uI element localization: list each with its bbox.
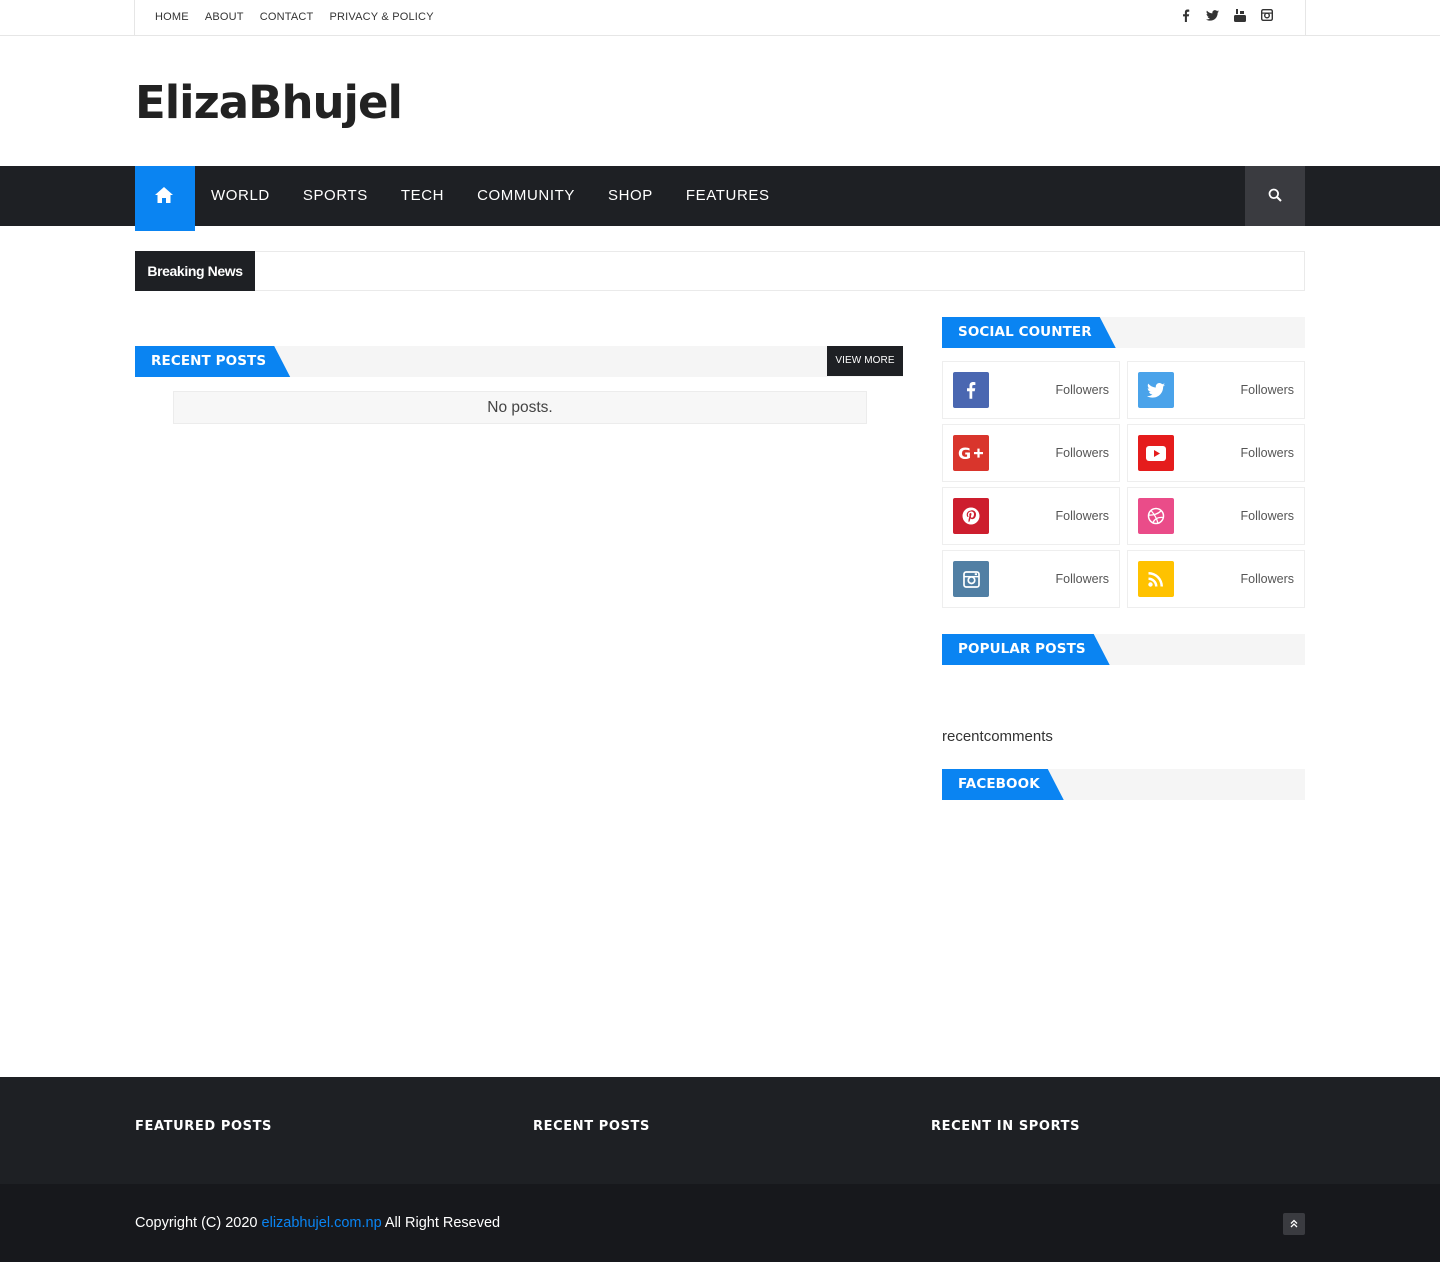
- social-counter-pinterest[interactable]: Followers: [942, 487, 1120, 545]
- footer-recent-posts-title: RECENT POSTS: [533, 1119, 650, 1134]
- facebook-icon: [953, 372, 989, 408]
- social-counter-instagram[interactable]: Followers: [942, 550, 1120, 608]
- followers-label: Followers: [1240, 509, 1295, 523]
- followers-label: Followers: [1055, 446, 1110, 460]
- top-nav-home[interactable]: HOME: [155, 11, 189, 23]
- double-chevron-up-icon: [1290, 1218, 1298, 1229]
- nav-shop[interactable]: SHOP: [608, 186, 653, 206]
- followers-label: Followers: [1055, 572, 1110, 586]
- footer-featured-posts-title: FEATURED POSTS: [135, 1119, 273, 1134]
- svg-text:G: G: [958, 445, 971, 461]
- nav-sports[interactable]: SPORTS: [303, 186, 368, 206]
- social-counter-google-plus[interactable]: G Followers: [942, 424, 1120, 482]
- top-nav: HOME ABOUT CONTACT PRIVACY & POLICY: [155, 11, 450, 23]
- followers-label: Followers: [1055, 509, 1110, 523]
- social-counter-title: SOCIAL COUNTER: [942, 317, 1128, 348]
- home-icon: [154, 186, 176, 206]
- followers-label: Followers: [1240, 572, 1295, 586]
- followers-label: Followers: [1240, 383, 1295, 397]
- facebook-icon[interactable]: [1172, 9, 1199, 26]
- nav-tech[interactable]: TECH: [401, 186, 444, 206]
- breaking-news-ticker: Breaking News: [135, 251, 1305, 291]
- top-bar-inner: HOME ABOUT CONTACT PRIVACY & POLICY: [134, 0, 1306, 36]
- recent-posts-header: RECENT POSTS: [135, 346, 903, 377]
- site-logo[interactable]: ElizaBhujel: [135, 76, 403, 130]
- recent-comments-text: recentcomments: [942, 728, 1053, 745]
- google-plus-icon: G: [953, 435, 989, 471]
- instagram-icon[interactable]: [1253, 8, 1280, 26]
- footer-recent-sports-title: RECENT IN SPORTS: [931, 1119, 1081, 1134]
- twitter-icon[interactable]: [1199, 9, 1226, 26]
- social-counter-facebook[interactable]: Followers: [942, 361, 1120, 419]
- copyright-text: Copyright (C) 2020 elizabhujel.com.np Al…: [135, 1213, 500, 1233]
- dribbble-icon: [1138, 498, 1174, 534]
- social-counter-twitter[interactable]: Followers: [1127, 361, 1305, 419]
- breaking-news-label: Breaking News: [135, 251, 255, 291]
- social-counter-dribbble[interactable]: Followers: [1127, 487, 1305, 545]
- copyright-site-link[interactable]: elizabhujel.com.np: [262, 1215, 382, 1231]
- followers-label: Followers: [1240, 446, 1295, 460]
- top-nav-privacy[interactable]: PRIVACY & POLICY: [329, 11, 433, 23]
- back-to-top-button[interactable]: [1283, 1213, 1305, 1235]
- youtube-icon: [1138, 435, 1174, 471]
- social-counter-youtube[interactable]: Followers: [1127, 424, 1305, 482]
- copyright-suffix: All Right Reseved: [384, 1215, 501, 1231]
- twitter-icon: [1138, 372, 1174, 408]
- no-posts-message: No posts.: [173, 391, 867, 424]
- youtube-icon[interactable]: [1226, 9, 1253, 26]
- rss-icon: [1138, 561, 1174, 597]
- search-button[interactable]: [1245, 166, 1305, 226]
- popular-posts-header: POPULAR POSTS: [942, 634, 1305, 665]
- main-nav-links: WORLD SPORTS TECH COMMUNITY SHOP FEATURE…: [211, 186, 803, 206]
- recent-posts-title: RECENT POSTS: [135, 346, 302, 377]
- social-counter-header: SOCIAL COUNTER: [942, 317, 1305, 348]
- followers-label: Followers: [1055, 383, 1110, 397]
- top-social-links: [1172, 8, 1280, 26]
- nav-features[interactable]: FEATURES: [686, 186, 770, 206]
- popular-posts-title: POPULAR POSTS: [942, 634, 1122, 665]
- facebook-widget-header: FACEBOOK: [942, 769, 1305, 800]
- copyright-prefix: Copyright (C) 2020: [135, 1215, 258, 1231]
- instagram-icon: [953, 561, 989, 597]
- nav-community[interactable]: COMMUNITY: [477, 186, 575, 206]
- pinterest-icon: [953, 498, 989, 534]
- view-more-button[interactable]: VIEW MORE: [827, 346, 903, 376]
- search-icon: [1268, 188, 1282, 207]
- facebook-widget-title: FACEBOOK: [942, 769, 1076, 800]
- top-nav-contact[interactable]: CONTACT: [260, 11, 314, 23]
- nav-world[interactable]: WORLD: [211, 186, 270, 206]
- home-button[interactable]: [135, 166, 195, 231]
- top-nav-about[interactable]: ABOUT: [205, 11, 244, 23]
- social-counter-rss[interactable]: Followers: [1127, 550, 1305, 608]
